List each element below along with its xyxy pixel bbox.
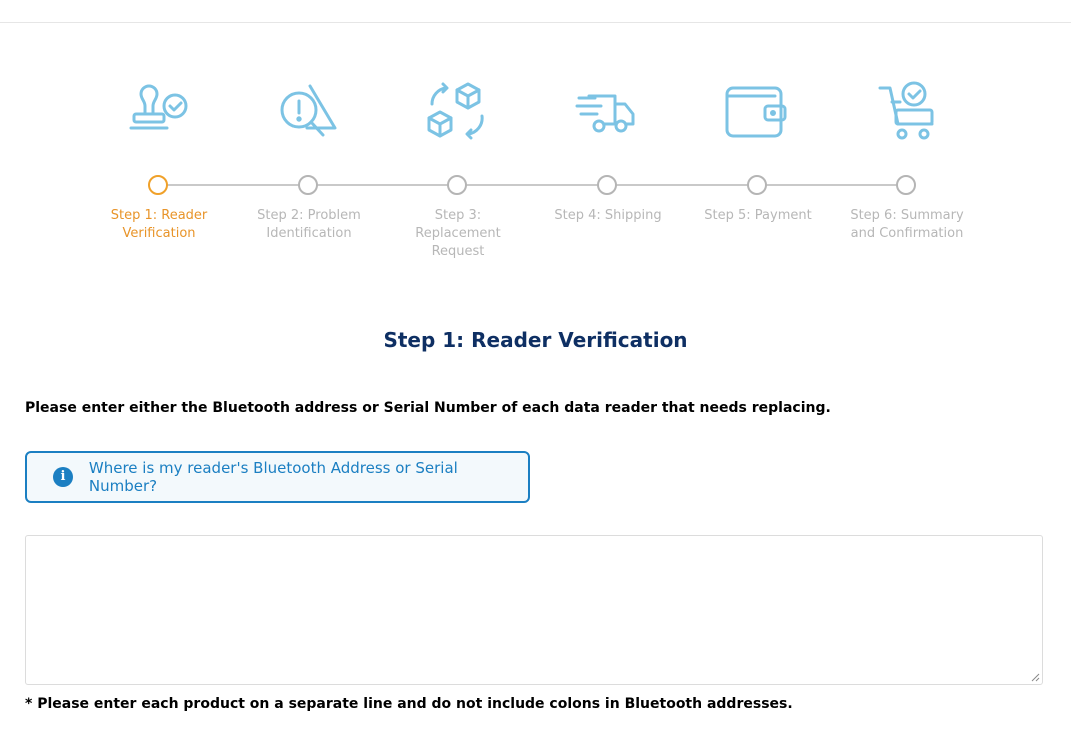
footnote-text: * Please enter each product on a separat… — [25, 696, 793, 712]
step-label-line: and Confirmation — [850, 226, 964, 241]
step-label-line: Replacement — [415, 226, 501, 241]
step-label-line: Identification — [266, 226, 352, 241]
reader-ids-input[interactable] — [25, 535, 1043, 685]
step-1-dot[interactable] — [148, 175, 168, 195]
replace-boxes-icon — [426, 80, 490, 144]
resize-grip-icon[interactable] — [1030, 672, 1040, 682]
wallet-icon — [725, 80, 789, 144]
step-3-label[interactable]: Step 3: Replacement Request — [398, 207, 518, 261]
stepper-track — [158, 184, 908, 186]
step-6-dot[interactable] — [896, 175, 916, 195]
step-3-dot[interactable] — [447, 175, 467, 195]
step-label-line: Step 6: Summary — [850, 208, 964, 223]
info-icon: i — [53, 467, 73, 487]
warning-search-icon — [277, 80, 341, 144]
step-label-line: Step 5: Payment — [704, 208, 812, 223]
step-2-dot[interactable] — [298, 175, 318, 195]
step-6-label[interactable]: Step 6: Summary and Confirmation — [847, 207, 967, 243]
step-label-line: Step 3: — [434, 208, 482, 223]
step-4-dot[interactable] — [597, 175, 617, 195]
reader-verification-page: Step 1: Reader Verification Step 2: Prob… — [0, 0, 1071, 734]
header-divider — [0, 22, 1071, 23]
page-title: Step 1: Reader Verification — [383, 328, 688, 352]
info-link-text[interactable]: Where is my reader's Bluetooth Address o… — [89, 459, 528, 495]
instruction-text: Please enter either the Bluetooth addres… — [25, 400, 831, 416]
step-label-line: Request — [431, 244, 485, 259]
step-label-line: Step 2: Problem — [257, 208, 361, 223]
step-label-line: Verification — [122, 226, 196, 241]
delivery-truck-icon — [575, 80, 639, 144]
step-5-dot[interactable] — [747, 175, 767, 195]
cart-check-icon — [876, 80, 940, 144]
info-help-link[interactable]: i Where is my reader's Bluetooth Address… — [25, 451, 530, 503]
step-4-label[interactable]: Step 4: Shipping — [548, 207, 668, 225]
step-label-line: Step 1: Reader — [110, 208, 208, 223]
step-2-label[interactable]: Step 2: Problem Identification — [249, 207, 369, 243]
step-label-line: Step 4: Shipping — [554, 208, 662, 223]
stamp-check-icon — [127, 80, 191, 144]
step-5-label[interactable]: Step 5: Payment — [698, 207, 818, 225]
step-1-label[interactable]: Step 1: Reader Verification — [99, 207, 219, 243]
